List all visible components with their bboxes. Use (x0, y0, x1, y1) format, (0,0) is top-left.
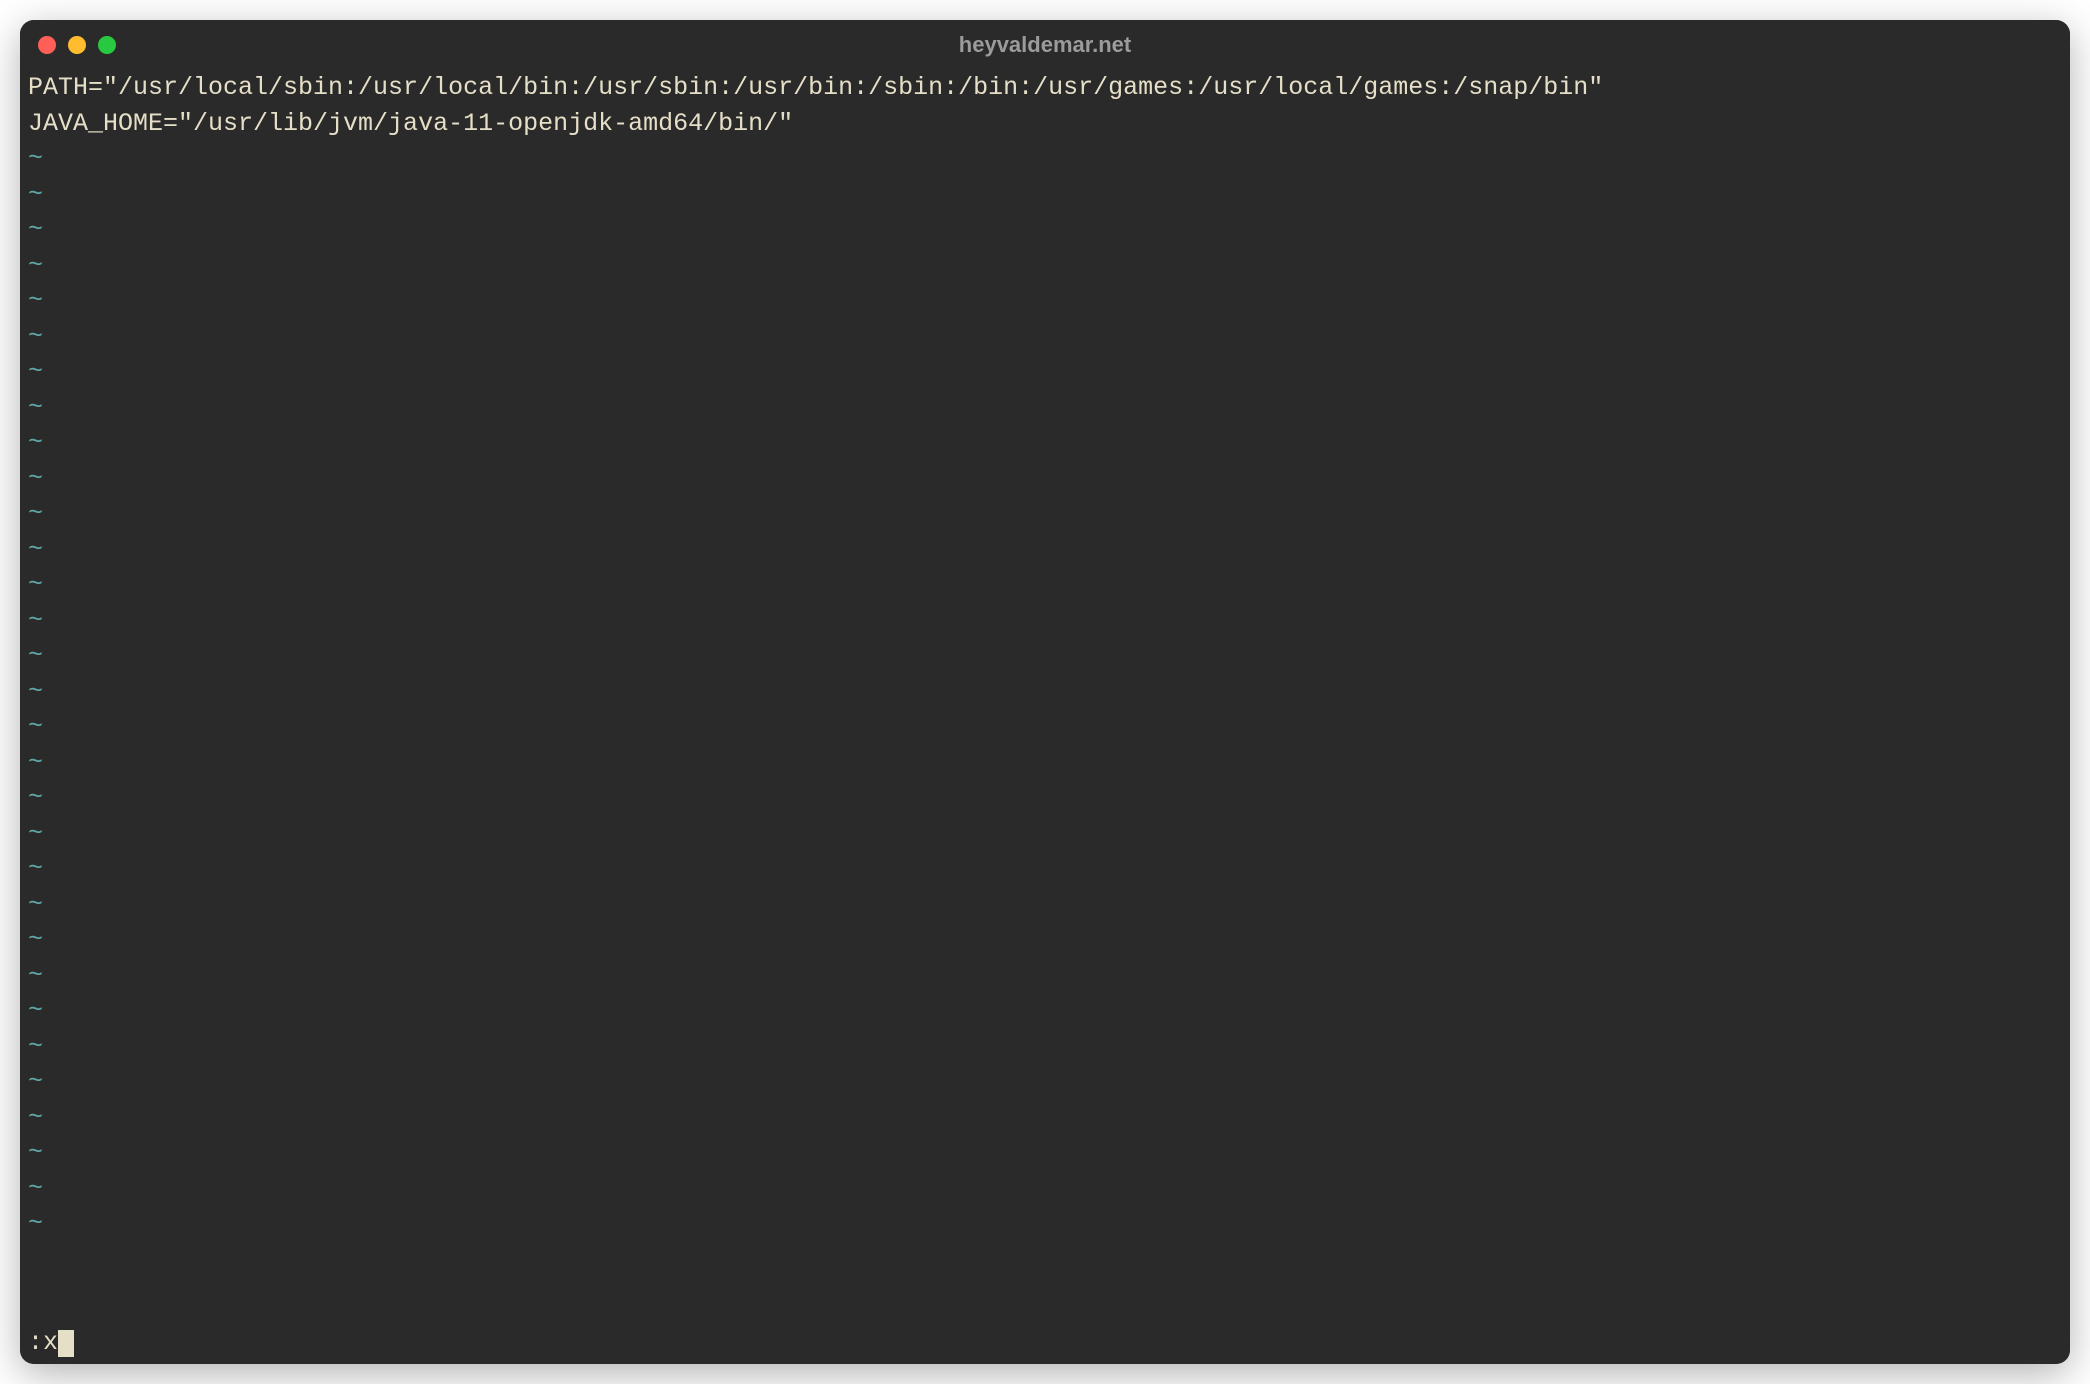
empty-line-marker: ~ (28, 1135, 2062, 1171)
empty-line-marker: ~ (28, 603, 2062, 639)
empty-line-marker: ~ (28, 780, 2062, 816)
empty-line-area: ~~~~~~~~~~~~~~~~~~~~~~~~~~~~~~~ (28, 141, 2062, 1325)
empty-line-marker: ~ (28, 319, 2062, 355)
window-title: heyvaldemar.net (20, 32, 2070, 58)
empty-line-marker: ~ (28, 425, 2062, 461)
empty-line-marker: ~ (28, 1100, 2062, 1136)
empty-line-marker: ~ (28, 390, 2062, 426)
empty-line-marker: ~ (28, 1206, 2062, 1242)
terminal-body[interactable]: PATH="/usr/local/sbin:/usr/local/bin:/us… (20, 70, 2070, 1364)
content-line[interactable]: PATH="/usr/local/sbin:/usr/local/bin:/us… (28, 70, 2062, 106)
empty-line-marker: ~ (28, 141, 2062, 177)
command-prompt: : (28, 1325, 43, 1361)
empty-line-marker: ~ (28, 354, 2062, 390)
command-line[interactable]: :x (28, 1325, 2062, 1361)
terminal-window: heyvaldemar.net PATH="/usr/local/sbin:/u… (20, 20, 2070, 1364)
empty-line-marker: ~ (28, 958, 2062, 994)
empty-line-marker: ~ (28, 638, 2062, 674)
empty-line-marker: ~ (28, 177, 2062, 213)
cursor (58, 1330, 74, 1358)
title-bar: heyvaldemar.net (20, 20, 2070, 70)
empty-line-marker: ~ (28, 851, 2062, 887)
empty-line-marker: ~ (28, 993, 2062, 1029)
traffic-lights (38, 36, 116, 54)
empty-line-marker: ~ (28, 283, 2062, 319)
empty-line-marker: ~ (28, 922, 2062, 958)
empty-line-marker: ~ (28, 532, 2062, 568)
minimize-icon[interactable] (68, 36, 86, 54)
maximize-icon[interactable] (98, 36, 116, 54)
close-icon[interactable] (38, 36, 56, 54)
empty-line-marker: ~ (28, 709, 2062, 745)
empty-line-marker: ~ (28, 887, 2062, 923)
editor-content[interactable]: PATH="/usr/local/sbin:/usr/local/bin:/us… (28, 70, 2062, 141)
empty-line-marker: ~ (28, 461, 2062, 497)
empty-line-marker: ~ (28, 1171, 2062, 1207)
empty-line-marker: ~ (28, 745, 2062, 781)
empty-line-marker: ~ (28, 816, 2062, 852)
empty-line-marker: ~ (28, 248, 2062, 284)
content-line[interactable]: JAVA_HOME="/usr/lib/jvm/java-11-openjdk-… (28, 106, 2062, 142)
empty-line-marker: ~ (28, 674, 2062, 710)
empty-line-marker: ~ (28, 1064, 2062, 1100)
empty-line-marker: ~ (28, 1029, 2062, 1065)
empty-line-marker: ~ (28, 212, 2062, 248)
empty-line-marker: ~ (28, 496, 2062, 532)
command-text: x (43, 1325, 58, 1361)
empty-line-marker: ~ (28, 567, 2062, 603)
